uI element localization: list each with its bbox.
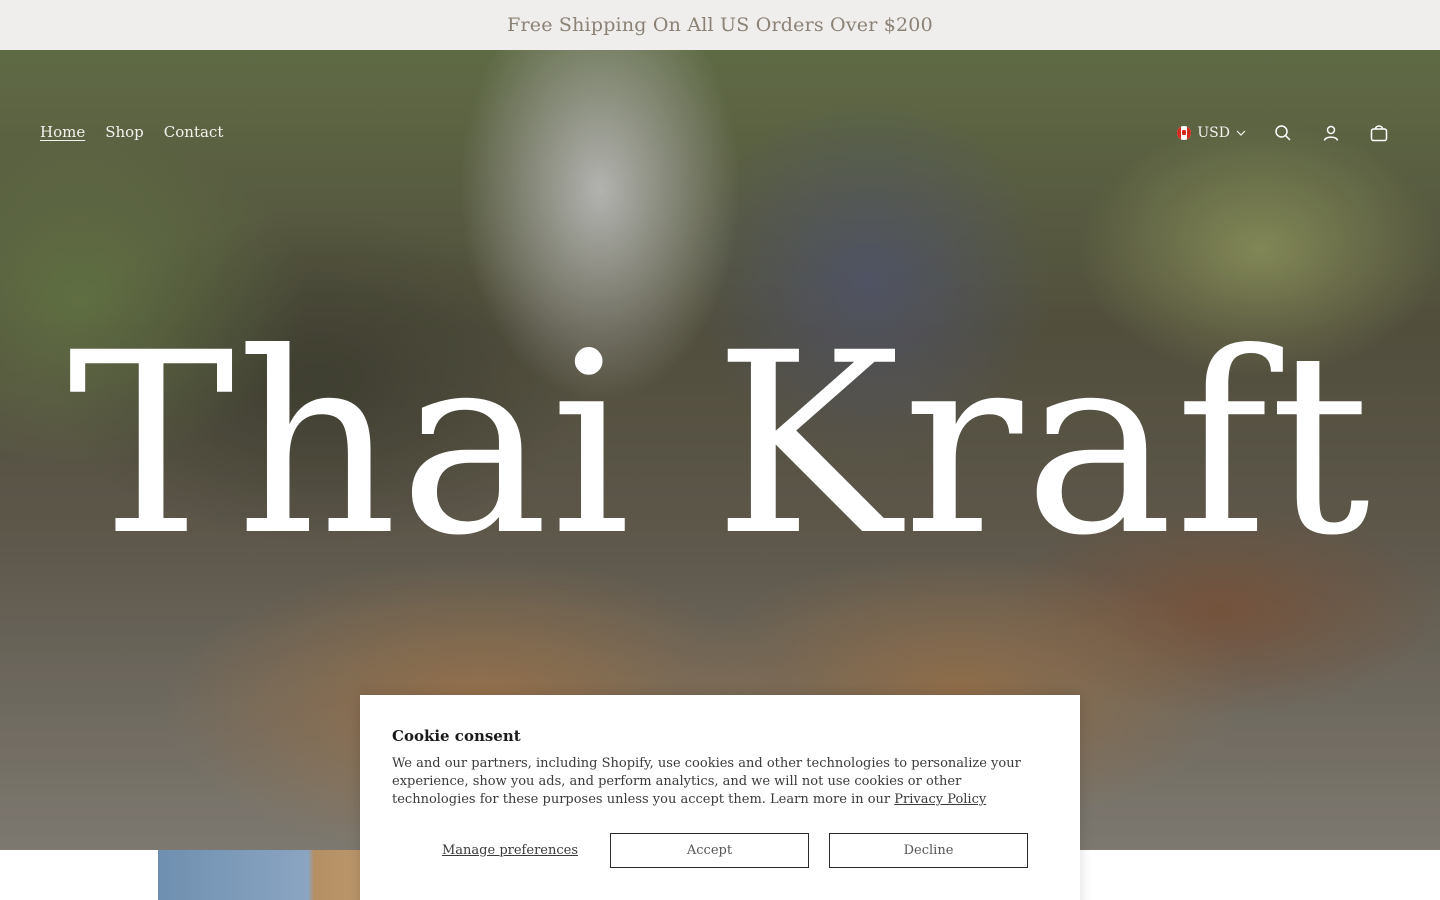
main-navigation: Home Shop Contact <box>40 123 223 141</box>
header-actions: USD <box>1177 122 1390 144</box>
hero-title: Thai Kraft <box>67 299 1373 590</box>
nav-link-contact[interactable]: Contact <box>164 123 224 141</box>
search-icon[interactable] <box>1272 122 1294 144</box>
nav-link-shop[interactable]: Shop <box>105 123 144 141</box>
account-icon[interactable] <box>1320 122 1342 144</box>
cookie-consent-dialog: Cookie consent We and our partners, incl… <box>360 695 1080 900</box>
nav-link-home[interactable]: Home <box>40 123 85 141</box>
currency-label: USD <box>1197 125 1230 141</box>
announcement-bar: Free Shipping On All US Orders Over $200 <box>0 0 1440 50</box>
announcement-text: Free Shipping On All US Orders Over $200 <box>507 14 933 36</box>
canada-flag-icon <box>1177 126 1192 140</box>
currency-selector[interactable]: USD <box>1177 125 1246 141</box>
cookie-title: Cookie consent <box>392 727 521 745</box>
cookie-body: We and our partners, including Shopify, … <box>392 755 1042 809</box>
cookie-actions: Manage preferences Accept Decline <box>410 833 1028 868</box>
manage-preferences-link[interactable]: Manage preferences <box>410 843 610 858</box>
cart-icon[interactable] <box>1368 122 1390 144</box>
privacy-policy-link[interactable]: Privacy Policy <box>894 792 986 807</box>
accept-button[interactable]: Accept <box>610 833 809 868</box>
decline-button[interactable]: Decline <box>829 833 1028 868</box>
chevron-down-icon <box>1236 130 1246 136</box>
